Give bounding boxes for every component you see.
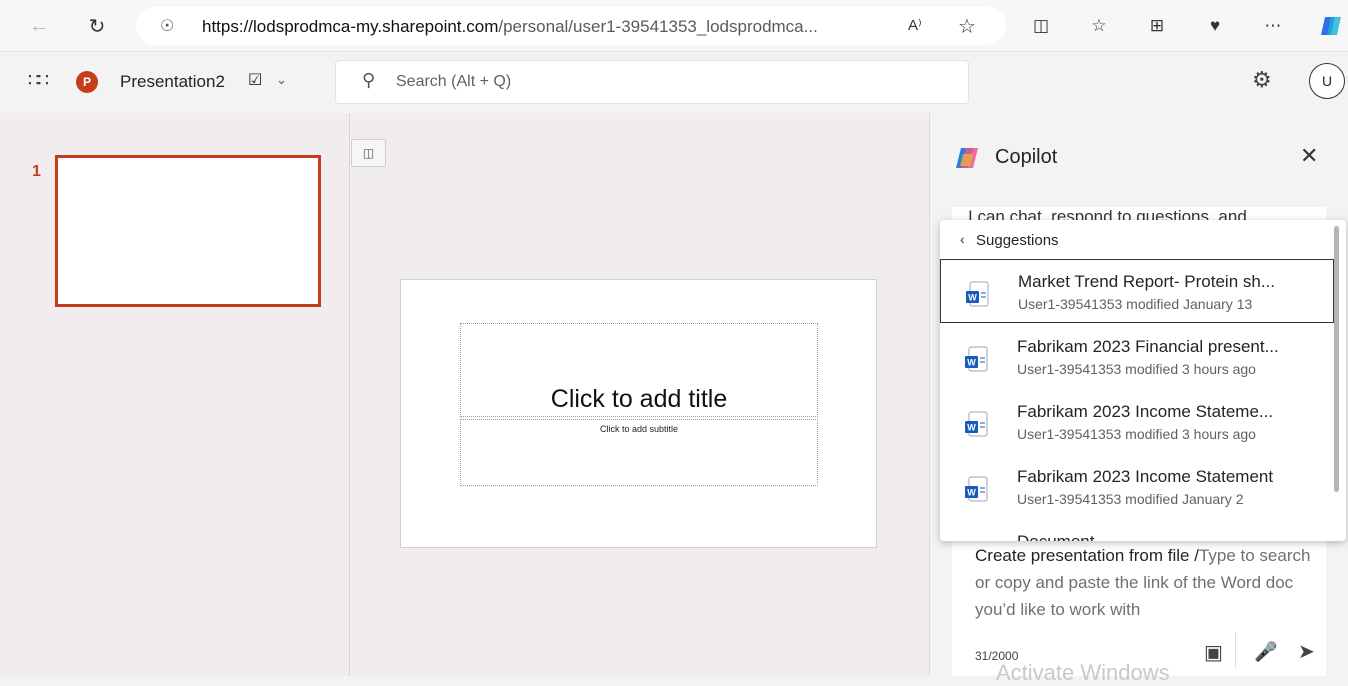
send-icon[interactable]: ➤ bbox=[1298, 639, 1315, 664]
slide-thumbnail[interactable] bbox=[55, 155, 321, 307]
settings-gear-icon[interactable]: ⚙ bbox=[1252, 67, 1272, 93]
suggestion-subtitle: User1-39541353 modified January 2 bbox=[1017, 491, 1244, 507]
app-launcher-icon[interactable]: ∷∷ bbox=[28, 70, 49, 91]
app-header: ∷∷ P Presentation2 ☑ ⌄ ⚲ Search (Alt + Q… bbox=[0, 52, 1348, 113]
suggestion-title: Fabrikam 2023 Financial present... bbox=[1017, 337, 1279, 356]
slide-canvas[interactable]: Click to add title Click to add subtitle bbox=[400, 279, 877, 548]
suggestion-title: Fabrikam 2023 Income Statement bbox=[1017, 467, 1274, 486]
saved-status-icon[interactable]: ☑ bbox=[248, 70, 262, 90]
suggestion-subtitle: User1-39541353 modified 3 hours ago bbox=[1017, 361, 1256, 377]
performance-icon[interactable]: ♥ bbox=[1202, 13, 1228, 39]
read-aloud-icon[interactable]: A⁾ bbox=[908, 16, 922, 34]
divider bbox=[1235, 632, 1236, 668]
suggestion-item[interactable]: W Fabrikam 2023 Income Statement User1-3… bbox=[940, 455, 1334, 519]
copilot-logo-icon bbox=[953, 144, 981, 172]
back-arrow-icon[interactable]: ← bbox=[26, 13, 52, 39]
suggestion-item[interactable]: W Fabrikam 2023 Financial present... Use… bbox=[940, 325, 1334, 389]
prompt-input[interactable]: Create presentation from file /Type to s… bbox=[952, 538, 1326, 676]
slide-thumbnail-pane: 1 bbox=[0, 113, 350, 676]
activation-watermark: Activate Windows bbox=[996, 660, 1170, 685]
suggestion-subtitle: User1-39541353 modified 3 hours ago bbox=[1017, 426, 1256, 442]
favorites-icon[interactable]: ☆ bbox=[1086, 13, 1112, 39]
suggestions-scrollbar[interactable] bbox=[1334, 226, 1339, 492]
suggestion-title: Fabrikam 2023 Income Stateme... bbox=[1017, 402, 1274, 421]
word-file-icon: W bbox=[965, 411, 988, 437]
copilot-browser-icon[interactable] bbox=[1318, 13, 1344, 39]
collapse-pane-icon[interactable]: ◫ bbox=[351, 139, 386, 167]
prompt-text[interactable]: Create presentation from file /Type to s… bbox=[975, 542, 1315, 623]
svg-text:W: W bbox=[967, 358, 976, 368]
slide-number: 1 bbox=[32, 163, 41, 180]
powerpoint-logo-icon: P bbox=[76, 71, 98, 93]
subtitle-placeholder[interactable]: Click to add subtitle bbox=[460, 419, 818, 486]
svg-text:W: W bbox=[968, 293, 977, 303]
back-chevron-icon[interactable]: ‹ bbox=[960, 231, 965, 247]
search-icon: ⚲ bbox=[362, 70, 376, 90]
collections-icon[interactable]: ⊞ bbox=[1144, 13, 1170, 39]
microphone-icon[interactable]: 🎤 bbox=[1254, 640, 1278, 664]
word-file-icon: W bbox=[965, 476, 988, 502]
svg-text:W: W bbox=[967, 423, 976, 433]
suggestion-title: Market Trend Report- Protein sh... bbox=[1018, 272, 1275, 291]
suggestion-title: Document bbox=[1017, 532, 1094, 541]
suggestion-subtitle: User1-39541353 modified January 13 bbox=[1018, 296, 1253, 312]
suggestion-item[interactable]: W Market Trend Report- Protein sh... Use… bbox=[940, 259, 1334, 323]
url-text: https://lodsprodmca-my.sharepoint.com/pe… bbox=[202, 17, 818, 36]
browser-toolbar: ← ↻ ☉ https://lodsprodmca-my.sharepoint.… bbox=[0, 0, 1348, 52]
prompt-guide-icon[interactable]: ▣ bbox=[1204, 640, 1223, 665]
favorite-star-icon[interactable]: ☆ bbox=[958, 14, 976, 39]
svg-text:W: W bbox=[967, 488, 976, 498]
word-file-icon: W bbox=[966, 281, 989, 307]
suggestion-item[interactable]: Document bbox=[940, 520, 1334, 541]
split-screen-icon[interactable]: ◫ bbox=[1028, 13, 1054, 39]
word-file-icon: W bbox=[965, 346, 988, 372]
suggestion-item[interactable]: W Fabrikam 2023 Income Stateme... User1-… bbox=[940, 390, 1334, 454]
document-title[interactable]: Presentation2 bbox=[120, 72, 225, 92]
avatar[interactable]: U bbox=[1309, 63, 1345, 99]
address-bar[interactable]: ☉ https://lodsprodmca-my.sharepoint.com/… bbox=[136, 7, 1006, 45]
chevron-down-icon[interactable]: ⌄ bbox=[276, 72, 287, 88]
site-info-icon[interactable]: ☉ bbox=[160, 16, 174, 36]
more-options-icon[interactable]: ⋯ bbox=[1260, 13, 1286, 39]
copilot-title: Copilot bbox=[995, 146, 1058, 168]
search-box[interactable]: ⚲ Search (Alt + Q) bbox=[335, 60, 969, 104]
suggestions-heading: Suggestions bbox=[976, 232, 1059, 249]
close-icon[interactable]: ✕ bbox=[1300, 143, 1318, 169]
search-placeholder: Search (Alt + Q) bbox=[396, 73, 512, 90]
suggestions-popup: ‹ Suggestions W Market Trend Report- Pro… bbox=[940, 220, 1346, 541]
title-placeholder[interactable]: Click to add title bbox=[460, 323, 818, 417]
slide-editor: ◫ Click to add title Click to add subtit… bbox=[351, 113, 929, 676]
refresh-icon[interactable]: ↻ bbox=[84, 13, 110, 39]
